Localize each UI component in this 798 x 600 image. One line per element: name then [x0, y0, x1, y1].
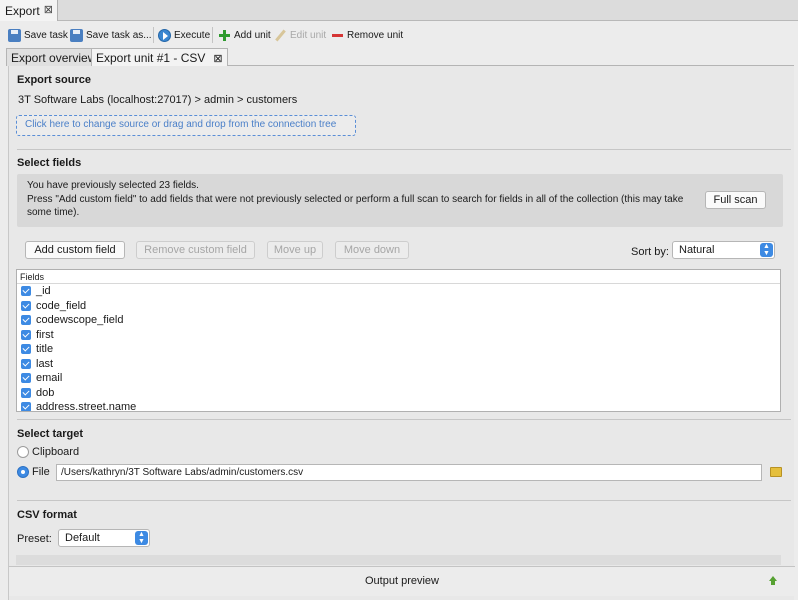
view-tab-label: Export — [5, 4, 40, 18]
output-preview-label: Output preview — [365, 575, 439, 587]
execute-button[interactable]: Execute — [158, 26, 210, 44]
tab-export-unit-1[interactable]: Export unit #1 - CSV ⊠ — [91, 48, 228, 67]
field-name: _id — [36, 285, 51, 298]
move-up-button[interactable]: Move up — [267, 241, 323, 259]
export-source-path: 3T Software Labs (localhost:27017) > adm… — [18, 94, 298, 106]
checkbox-checked-icon[interactable] — [21, 300, 31, 311]
move-down-button[interactable]: Move down — [335, 241, 409, 259]
field-row[interactable]: _id — [17, 284, 780, 299]
play-icon — [158, 28, 171, 42]
chevron-updown-icon: ▲ ▼ — [760, 243, 773, 257]
view-tab-export[interactable]: Export ⊠ — [0, 0, 58, 21]
clipboard-radio[interactable] — [17, 446, 29, 458]
save-task-button[interactable]: Save task — [8, 26, 68, 44]
fields-info-box: You have previously selected 23 fields. … — [17, 174, 783, 227]
sort-by-select[interactable]: Natural ▲ ▼ — [672, 241, 775, 259]
checkbox-checked-icon[interactable] — [21, 315, 31, 326]
checkbox-checked-icon[interactable] — [21, 402, 31, 411]
divider — [17, 419, 791, 420]
field-row[interactable]: dob — [17, 386, 780, 401]
full-scan-button[interactable]: Full scan — [705, 191, 766, 209]
expand-up-icon[interactable] — [769, 576, 777, 586]
preview-strip — [16, 555, 781, 565]
info-line-2: Press "Add custom field" to add fields t… — [27, 193, 684, 219]
add-unit-button[interactable]: Add unit — [218, 26, 271, 44]
tab-label: Export overview — [11, 51, 97, 65]
toolbar-separator — [153, 27, 154, 43]
select-target-heading: Select target — [17, 428, 84, 440]
field-row[interactable]: last — [17, 357, 780, 372]
file-label: File — [32, 466, 50, 478]
field-name: address.street.name — [36, 401, 137, 412]
sort-by-value: Natural — [679, 244, 715, 256]
sort-by-label: Sort by: — [631, 246, 669, 258]
add-custom-field-button[interactable]: Add custom field — [25, 241, 125, 259]
field-row[interactable]: email — [17, 371, 780, 386]
file-path-input[interactable]: /Users/kathryn/3T Software Labs/admin/cu… — [56, 464, 762, 481]
execute-label: Execute — [174, 29, 211, 41]
toolbar: Save task Save task as... Execute Add un… — [0, 22, 798, 48]
save-icon — [8, 28, 21, 42]
field-name: first — [36, 328, 54, 341]
checkbox-checked-icon[interactable] — [21, 286, 31, 297]
tab-label: Export unit #1 - CSV — [96, 51, 206, 65]
checkbox-checked-icon[interactable] — [21, 344, 31, 355]
folder-icon[interactable] — [770, 467, 782, 477]
field-row[interactable]: first — [17, 328, 780, 343]
tab-export-overview[interactable]: Export overview — [6, 48, 102, 66]
close-icon[interactable]: ⊠ — [44, 3, 53, 16]
dropzone-label: Click here to change source or drag and … — [25, 119, 337, 130]
field-name: email — [36, 372, 63, 385]
save-as-icon — [70, 28, 83, 42]
view-tab-bar: Export ⊠ — [0, 0, 798, 21]
save-task-as-button[interactable]: Save task as... — [70, 26, 152, 44]
edit-unit-button[interactable]: Edit unit — [274, 26, 326, 44]
export-source-heading: Export source — [17, 74, 91, 86]
field-name: codewscope_field — [36, 314, 124, 327]
minus-icon — [331, 29, 344, 42]
checkbox-checked-icon[interactable] — [21, 358, 31, 369]
select-fields-heading: Select fields — [17, 157, 82, 169]
plus-icon — [218, 29, 231, 42]
field-name: last — [36, 357, 54, 370]
info-line-1: You have previously selected 23 fields. — [27, 180, 199, 191]
save-task-as-label: Save task as... — [86, 29, 152, 41]
field-row[interactable]: address.street.name — [17, 400, 780, 412]
field-name: title — [36, 343, 54, 356]
file-radio[interactable] — [17, 466, 29, 478]
remove-unit-button[interactable]: Remove unit — [331, 26, 403, 44]
toolbar-separator — [212, 27, 213, 43]
pencil-icon — [274, 29, 287, 42]
field-name: code_field — [36, 299, 87, 312]
checkbox-checked-icon[interactable] — [21, 329, 31, 340]
divider — [17, 500, 791, 501]
field-row[interactable]: codewscope_field — [17, 313, 780, 328]
remove-unit-label: Remove unit — [347, 29, 404, 41]
field-row[interactable]: code_field — [17, 299, 780, 314]
edit-unit-label: Edit unit — [290, 29, 327, 41]
export-unit-panel: Export source 3T Software Labs (localhos… — [8, 66, 795, 600]
fields-column-header: Fields — [17, 270, 780, 284]
close-icon[interactable]: ⊠ — [213, 53, 222, 65]
checkbox-checked-icon[interactable] — [21, 373, 31, 384]
preset-label: Preset: — [17, 533, 52, 545]
source-dropzone[interactable]: Click here to change source or drag and … — [16, 115, 356, 136]
remove-custom-field-button[interactable]: Remove custom field — [136, 241, 255, 259]
field-name: dob — [36, 386, 55, 399]
editor-tab-bar: Export overview Export unit #1 - CSV ⊠ — [6, 48, 794, 67]
fields-list[interactable]: Fields _id code_field codewscope_field f… — [16, 269, 781, 412]
add-unit-label: Add unit — [234, 29, 271, 41]
save-task-label: Save task — [24, 29, 68, 41]
checkbox-checked-icon[interactable] — [21, 387, 31, 398]
divider — [17, 149, 791, 150]
chevron-updown-icon: ▲ ▼ — [135, 531, 148, 545]
output-preview-bar[interactable]: Output preview — [9, 566, 795, 596]
field-row[interactable]: title — [17, 342, 780, 357]
clipboard-label: Clipboard — [32, 446, 80, 458]
preset-value: Default — [65, 532, 100, 544]
csv-format-heading: CSV format — [17, 509, 77, 521]
preset-select[interactable]: Default ▲ ▼ — [58, 529, 150, 547]
